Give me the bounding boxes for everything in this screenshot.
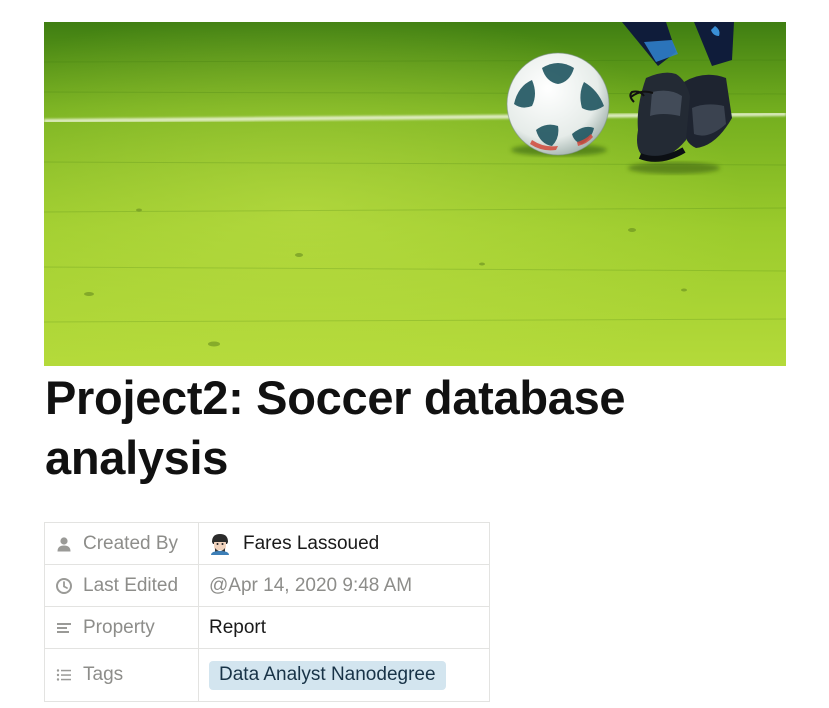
property-name-cell[interactable]: Created By — [44, 523, 199, 564]
property-name-cell[interactable]: Last Edited — [44, 565, 199, 606]
property-value-cell[interactable]: Data Analyst Nanodegree — [199, 649, 490, 701]
property-value-cell[interactable]: @Apr 14, 2020 9:48 AM — [199, 565, 490, 606]
property-value-cell[interactable]: Report — [199, 607, 490, 648]
person-icon — [55, 535, 73, 553]
property-row-tags: Tags Data Analyst Nanodegree — [44, 648, 490, 702]
properties-table: Created By Fares Lassoued Last Edited @A… — [44, 522, 490, 702]
property-value-text: Report — [209, 616, 267, 638]
property-name-label: Created By — [83, 532, 179, 554]
property-row-last-edited: Last Edited @Apr 14, 2020 9:48 AM — [44, 564, 490, 607]
tag-chip[interactable]: Data Analyst Nanodegree — [209, 660, 446, 690]
property-row-created-by: Created By Fares Lassoued — [44, 522, 490, 565]
page-title[interactable]: Project2: Soccer database analysis — [45, 368, 785, 488]
avatar — [209, 532, 231, 555]
property-name-cell[interactable]: Property — [44, 607, 199, 648]
property-name-cell[interactable]: Tags — [44, 649, 199, 701]
text-lines-icon — [55, 619, 73, 637]
property-name-label: Tags — [83, 664, 124, 685]
notion-page: Project2: Soccer database analysis Creat… — [0, 0, 829, 708]
property-name-label: Last Edited — [83, 574, 179, 596]
list-icon — [55, 666, 73, 684]
property-value-cell[interactable]: Fares Lassoued — [199, 523, 490, 564]
property-name-label: Property — [83, 616, 155, 638]
clock-icon — [55, 577, 73, 595]
property-value-text: Fares Lassoued — [243, 532, 380, 554]
cover-image[interactable] — [44, 22, 786, 366]
property-row-property: Property Report — [44, 606, 490, 649]
property-value-text: @Apr 14, 2020 9:48 AM — [209, 574, 413, 596]
